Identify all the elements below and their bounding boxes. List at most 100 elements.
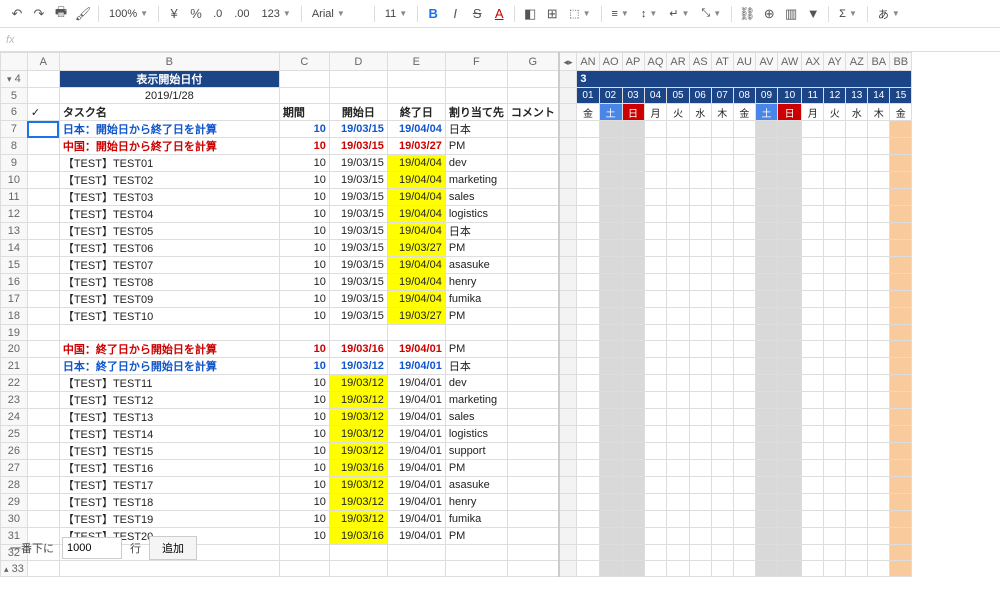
start-date-cell[interactable]: 19/03/15: [329, 138, 387, 155]
gantt-cell[interactable]: [599, 223, 622, 240]
assign-cell[interactable]: sales: [445, 189, 507, 206]
assign-cell[interactable]: asasuke: [445, 477, 507, 494]
borders-icon[interactable]: ⊞: [543, 5, 561, 23]
assign-cell[interactable]: marketing: [445, 172, 507, 189]
comment-cell[interactable]: [507, 511, 559, 528]
task-name-cell[interactable]: 【TEST】TEST15: [59, 443, 279, 460]
assign-cell[interactable]: PM: [445, 308, 507, 325]
gantt-cell[interactable]: [644, 172, 667, 189]
gantt-cell[interactable]: [846, 206, 868, 223]
gantt-cell[interactable]: [868, 206, 890, 223]
functions[interactable]: Σ▼: [835, 4, 861, 24]
cell[interactable]: [27, 223, 59, 240]
gantt-cell[interactable]: [846, 426, 868, 443]
period-cell[interactable]: 10: [279, 392, 329, 409]
gantt-cell[interactable]: [868, 477, 890, 494]
gantt-cell[interactable]: [577, 409, 599, 426]
end-date-cell[interactable]: 19/04/04: [387, 206, 445, 223]
gantt-cell[interactable]: [599, 460, 622, 477]
gantt-cell[interactable]: [644, 274, 667, 291]
select-all-corner[interactable]: [1, 53, 28, 71]
gantt-cell[interactable]: [711, 358, 733, 375]
gantt-cell[interactable]: [868, 392, 890, 409]
col-collapse[interactable]: ◂▸: [559, 53, 577, 71]
gantt-cell[interactable]: [868, 494, 890, 511]
period-cell[interactable]: 10: [279, 138, 329, 155]
period-cell[interactable]: 10: [279, 409, 329, 426]
end-date-cell[interactable]: 19/03/27: [387, 308, 445, 325]
gantt-cell[interactable]: [890, 206, 912, 223]
gantt-cell[interactable]: [824, 392, 846, 409]
cell[interactable]: [27, 494, 59, 511]
gantt-cell[interactable]: [689, 443, 711, 460]
gantt-cell[interactable]: [667, 477, 689, 494]
gantt-cell[interactable]: [890, 358, 912, 375]
gantt-cell[interactable]: [824, 155, 846, 172]
gantt-cell[interactable]: [824, 528, 846, 545]
gantt-cell[interactable]: [599, 308, 622, 325]
gantt-cell[interactable]: [689, 189, 711, 206]
gantt-cell[interactable]: [733, 189, 755, 206]
gantt-cell[interactable]: [577, 358, 599, 375]
number-format[interactable]: 123▼: [258, 4, 295, 24]
gantt-cell[interactable]: [868, 223, 890, 240]
col-header[interactable]: AY: [824, 53, 846, 71]
text-color-button[interactable]: A: [490, 5, 508, 23]
print-icon[interactable]: 🖶: [52, 5, 70, 23]
gantt-cell[interactable]: [689, 155, 711, 172]
period-cell[interactable]: 10: [279, 460, 329, 477]
gantt-cell[interactable]: [733, 511, 755, 528]
col-header[interactable]: AV: [755, 53, 777, 71]
gantt-cell[interactable]: [733, 257, 755, 274]
gantt-cell[interactable]: [777, 494, 801, 511]
task-name-cell[interactable]: 【TEST】TEST12: [59, 392, 279, 409]
task-name-cell[interactable]: 【TEST】TEST03: [59, 189, 279, 206]
gantt-cell[interactable]: [824, 426, 846, 443]
cell[interactable]: [27, 155, 59, 172]
gantt-cell[interactable]: [890, 528, 912, 545]
gantt-cell[interactable]: [711, 409, 733, 426]
cell[interactable]: [27, 358, 59, 375]
gantt-cell[interactable]: [689, 138, 711, 155]
gantt-cell[interactable]: [689, 240, 711, 257]
gantt-cell[interactable]: [599, 189, 622, 206]
start-date-cell[interactable]: 19/03/15: [329, 223, 387, 240]
gantt-cell[interactable]: [667, 189, 689, 206]
gantt-cell[interactable]: [667, 375, 689, 392]
period-cell[interactable]: 10: [279, 477, 329, 494]
gantt-cell[interactable]: [622, 155, 644, 172]
task-name-cell[interactable]: 【TEST】TEST10: [59, 308, 279, 325]
gantt-cell[interactable]: [824, 341, 846, 358]
gantt-cell[interactable]: [667, 257, 689, 274]
gantt-cell[interactable]: [689, 358, 711, 375]
gantt-cell[interactable]: [890, 274, 912, 291]
start-date-cell[interactable]: 19/03/12: [329, 358, 387, 375]
gantt-cell[interactable]: [890, 511, 912, 528]
gantt-cell[interactable]: [599, 392, 622, 409]
gantt-cell[interactable]: [622, 511, 644, 528]
gantt-cell[interactable]: [777, 138, 801, 155]
gantt-cell[interactable]: [846, 274, 868, 291]
gantt-cell[interactable]: [846, 121, 868, 138]
gantt-cell[interactable]: [667, 392, 689, 409]
col-header[interactable]: AW: [777, 53, 801, 71]
gantt-cell[interactable]: [868, 274, 890, 291]
period-cell[interactable]: 10: [279, 121, 329, 138]
assign-cell[interactable]: logistics: [445, 206, 507, 223]
cell[interactable]: [27, 477, 59, 494]
gantt-cell[interactable]: [667, 308, 689, 325]
gantt-cell[interactable]: [733, 528, 755, 545]
gantt-cell[interactable]: [622, 138, 644, 155]
gantt-cell[interactable]: [733, 375, 755, 392]
gantt-cell[interactable]: [577, 138, 599, 155]
end-date-cell[interactable]: 19/04/01: [387, 426, 445, 443]
cell[interactable]: [27, 511, 59, 528]
assign-cell[interactable]: 日本: [445, 358, 507, 375]
gantt-cell[interactable]: [824, 206, 846, 223]
gantt-cell[interactable]: [777, 189, 801, 206]
start-date-cell[interactable]: 19/03/12: [329, 477, 387, 494]
gantt-cell[interactable]: [622, 443, 644, 460]
gantt-cell[interactable]: [755, 545, 777, 561]
gantt-cell[interactable]: [802, 155, 824, 172]
gantt-cell[interactable]: [577, 206, 599, 223]
